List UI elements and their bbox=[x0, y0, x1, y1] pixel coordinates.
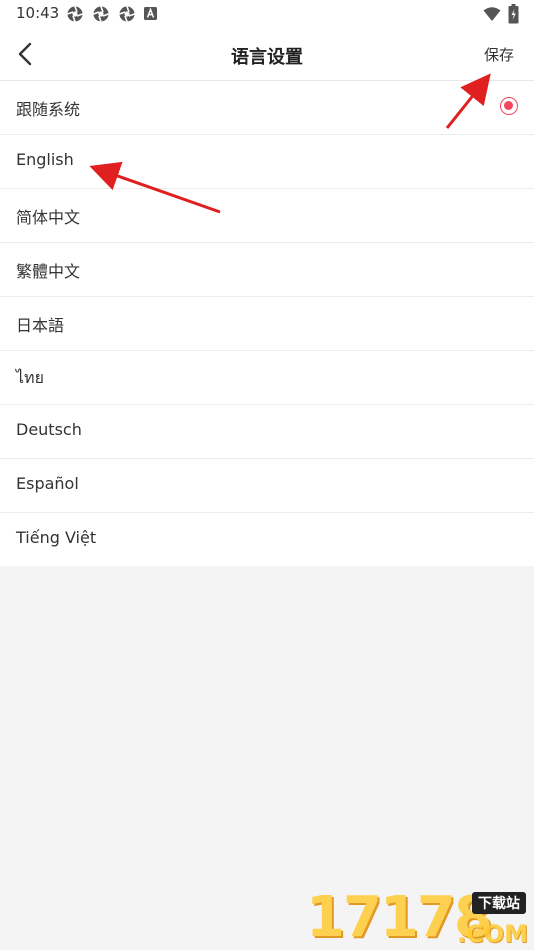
language-label: 简体中文 bbox=[16, 208, 81, 227]
aperture-icon bbox=[66, 5, 84, 23]
language-label: 跟随系统 bbox=[16, 100, 81, 119]
language-option-traditional-chinese[interactable]: 繁體中文 bbox=[0, 243, 534, 297]
language-label: ไทย bbox=[16, 368, 44, 387]
language-option-vietnamese[interactable]: Tiếng Việt bbox=[0, 513, 534, 566]
aperture-icon bbox=[118, 5, 136, 23]
watermark-suffix: .COM bbox=[456, 920, 528, 948]
radio-selected-icon[interactable] bbox=[500, 97, 518, 115]
language-option-german[interactable]: Deutsch bbox=[0, 405, 534, 459]
save-button[interactable]: 保存 bbox=[484, 44, 514, 65]
status-bar: 10:43 bbox=[0, 0, 534, 28]
a-badge-icon bbox=[144, 7, 157, 20]
app-bar: 语言设置 保存 bbox=[0, 28, 534, 81]
watermark-logo: 17178 下载站 .COM bbox=[306, 885, 530, 950]
aperture-icon bbox=[92, 5, 110, 23]
wifi-icon bbox=[483, 6, 501, 24]
language-label: English bbox=[16, 150, 74, 169]
language-option-japanese[interactable]: 日本語 bbox=[0, 297, 534, 351]
language-option-english[interactable]: English bbox=[0, 135, 534, 189]
language-option-thai[interactable]: ไทย bbox=[0, 351, 534, 405]
language-label: 繁體中文 bbox=[16, 262, 81, 281]
language-label: Tiếng Việt bbox=[16, 528, 97, 547]
status-time: 10:43 bbox=[16, 4, 60, 22]
language-label: Español bbox=[16, 474, 79, 493]
language-option-follow-system[interactable]: 跟随系统 bbox=[0, 81, 534, 135]
language-option-simplified-chinese[interactable]: 简体中文 bbox=[0, 189, 534, 243]
language-list: 跟随系统 English 简体中文 繁體中文 日本語 ไทย Deutsch E… bbox=[0, 81, 534, 566]
language-label: 日本語 bbox=[16, 316, 65, 335]
language-option-spanish[interactable]: Español bbox=[0, 459, 534, 513]
page-title: 语言设置 bbox=[231, 47, 303, 68]
watermark-tag: 下载站 bbox=[472, 892, 526, 914]
language-label: Deutsch bbox=[16, 420, 82, 439]
battery-icon bbox=[508, 4, 519, 24]
